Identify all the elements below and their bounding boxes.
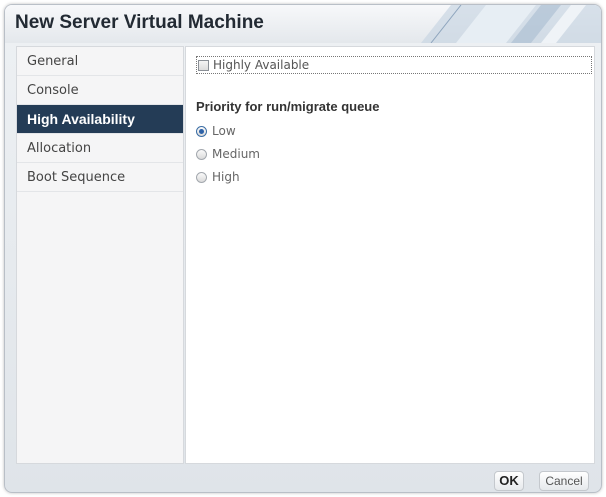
- sidebar-item-general[interactable]: General: [17, 47, 183, 76]
- sidebar-item-boot-sequence[interactable]: Boot Sequence: [17, 163, 183, 192]
- cancel-button[interactable]: Cancel: [539, 471, 589, 491]
- priority-option-low[interactable]: Low: [196, 124, 236, 138]
- new-vm-dialog: New Server Virtual Machine General Conso…: [4, 4, 602, 493]
- highly-available-checkbox[interactable]: Highly Available: [196, 56, 592, 74]
- radio-unchecked-icon[interactable]: [196, 148, 207, 160]
- title-decoration-graphic: [421, 5, 601, 43]
- priority-option-label: Low: [212, 124, 236, 138]
- radio-unchecked-icon[interactable]: [196, 171, 207, 183]
- priority-option-medium[interactable]: Medium: [196, 147, 260, 161]
- priority-option-label: Medium: [212, 147, 260, 161]
- checkbox-box-icon[interactable]: [198, 59, 209, 71]
- priority-option-label: High: [212, 170, 240, 184]
- priority-section-title: Priority for run/migrate queue: [196, 99, 380, 114]
- content-panel: Highly Available Priority for run/migrat…: [185, 46, 595, 464]
- dialog-title: New Server Virtual Machine: [15, 12, 264, 33]
- highly-available-label: Highly Available: [213, 58, 310, 72]
- ok-button[interactable]: OK: [494, 471, 524, 491]
- sidebar-nav: General Console High Availability Alloca…: [16, 46, 184, 464]
- sidebar-item-allocation[interactable]: Allocation: [17, 134, 183, 163]
- priority-option-high[interactable]: High: [196, 170, 240, 184]
- radio-checked-icon[interactable]: [196, 125, 207, 137]
- sidebar-item-console[interactable]: Console: [17, 76, 183, 105]
- sidebar-item-high-availability[interactable]: High Availability: [17, 105, 183, 134]
- dialog-titlebar: New Server Virtual Machine: [5, 5, 601, 43]
